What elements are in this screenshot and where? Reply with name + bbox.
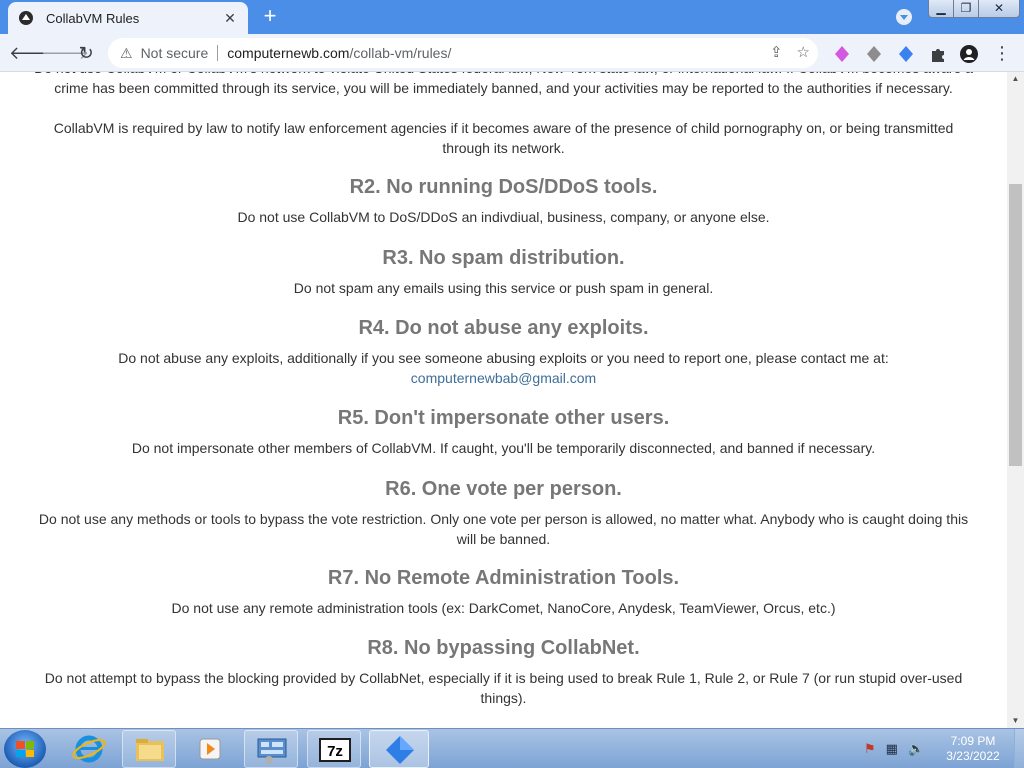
extension-grey-icon[interactable] — [865, 45, 883, 63]
url-path: /collab-vm/rules/ — [349, 45, 452, 61]
action-center-flag-icon[interactable]: ⚑ — [864, 741, 876, 757]
rule4-body: Do not abuse any exploits, additionally … — [118, 350, 889, 366]
rule6-body: Do not use any methods or tools to bypas… — [38, 511, 969, 547]
taskbar-file-explorer[interactable] — [122, 730, 176, 768]
control-panel-icon — [257, 738, 287, 764]
tab-strip: CollabVM Rules ✕ + ▁ ❐ ✕ — [0, 0, 1024, 34]
taskbar-7zip[interactable]: 7z — [307, 730, 361, 768]
rule4-heading: R4. Do not abuse any exploits. — [358, 317, 649, 339]
taskbar-internet-explorer[interactable] — [62, 730, 116, 768]
rule5-body: Do not impersonate other members of Coll… — [131, 440, 876, 456]
clock-date: 3/23/2022 — [946, 749, 1000, 763]
share-icon[interactable]: ⇪ — [770, 43, 783, 61]
rule2-body: Do not use CollabVM to DoS/DDoS an indiv… — [237, 209, 770, 225]
rule1-body: Do not use CollabVM or CollabVM's networ… — [34, 72, 973, 96]
taskbar-browser[interactable] — [369, 730, 429, 768]
tab-collabvm-rules[interactable]: CollabVM Rules ✕ — [8, 2, 248, 34]
rule5-heading: R5. Don't impersonate other users. — [337, 407, 670, 429]
tab-close-icon[interactable]: ✕ — [222, 10, 238, 27]
windows-taskbar: 7z ⚑ ▦ 🔈 7:09 PM 3/23/2022 — [0, 728, 1024, 768]
back-arrow-icon[interactable]: 🡐 — [9, 41, 57, 65]
minimize-button[interactable]: ▁ — [928, 0, 954, 18]
browser-toolbar: 🡐 🡒 ↻ ⚠ Not secure computernewb.com/coll… — [0, 34, 1024, 72]
page-scrollbar[interactable]: ▲ ▼ — [1007, 72, 1024, 728]
internet-explorer-icon — [72, 735, 106, 763]
scroll-down-arrow-icon[interactable]: ▼ — [1007, 714, 1024, 728]
browser-menu-icon[interactable]: ⋮ — [990, 41, 1014, 65]
folder-icon — [136, 739, 164, 761]
tab-search-dropdown-icon[interactable] — [896, 9, 912, 25]
extension-gem-icon[interactable] — [833, 45, 851, 63]
law-enforcement-notice: CollabVM is required by law to notify la… — [53, 120, 954, 156]
contact-email-link[interactable]: computernewbab@gmail.com — [411, 370, 596, 386]
rules-content: Do not use CollabVM or CollabVM's networ… — [0, 72, 1007, 708]
taskbar-control-panel[interactable] — [244, 730, 298, 768]
web-page: Do not use CollabVM or CollabVM's networ… — [0, 72, 1007, 728]
scroll-up-arrow-icon[interactable]: ▲ — [1007, 72, 1024, 86]
svg-text:7z: 7z — [327, 743, 343, 760]
taskbar-media-player[interactable] — [183, 730, 237, 768]
collabvm-favicon-icon — [19, 11, 33, 25]
rule2-heading: R2. No running DoS/DDoS tools. — [349, 176, 658, 198]
windows-logo-icon — [16, 741, 34, 757]
rule8-body: Do not attempt to bypass the blocking pr… — [44, 670, 963, 706]
taskbar-clock[interactable]: 7:09 PM 3/23/2022 — [938, 734, 1008, 764]
address-divider — [217, 45, 219, 61]
extension-blue-icon[interactable] — [897, 45, 915, 63]
profile-avatar-icon[interactable] — [960, 45, 978, 63]
close-window-button[interactable]: ✕ — [978, 0, 1020, 18]
warning-triangle-icon[interactable]: ⚠ — [120, 45, 133, 62]
7zip-icon: 7z — [319, 738, 351, 762]
start-button[interactable] — [4, 730, 46, 768]
url-host: computernewb.com — [227, 45, 350, 61]
rule6-heading: R6. One vote per person. — [385, 478, 622, 500]
volume-icon[interactable]: 🔈 — [908, 741, 924, 757]
maximize-button[interactable]: ❐ — [953, 0, 979, 18]
rule7-heading: R7. No Remote Administration Tools. — [327, 567, 680, 589]
browser-gem-icon — [386, 736, 414, 764]
security-status[interactable]: Not secure — [141, 45, 209, 61]
rule3-body: Do not spam any emails using this servic… — [293, 280, 714, 296]
scrollbar-thumb[interactable] — [1009, 184, 1022, 466]
rule7-body: Do not use any remote administration too… — [171, 600, 836, 616]
clock-time: 7:09 PM — [950, 734, 996, 748]
address-bar[interactable]: ⚠ Not secure computernewb.com/collab-vm/… — [108, 38, 818, 68]
bookmark-star-icon[interactable]: ☆ — [797, 43, 810, 61]
new-tab-button[interactable]: + — [258, 5, 282, 28]
forward-arrow-icon[interactable]: 🡒 — [41, 41, 89, 65]
tab-title: CollabVM Rules — [46, 10, 140, 26]
extensions-puzzle-icon[interactable] — [929, 45, 947, 63]
network-icon[interactable]: ▦ — [886, 741, 898, 757]
media-player-icon — [199, 738, 221, 760]
reload-icon[interactable]: ↻ — [74, 41, 98, 65]
rule8-heading: R8. No bypassing CollabNet. — [367, 637, 640, 659]
show-desktop-button[interactable] — [1014, 729, 1024, 768]
rule3-heading: R3. No spam distribution. — [382, 247, 625, 269]
system-tray: ⚑ ▦ 🔈 — [864, 741, 924, 757]
